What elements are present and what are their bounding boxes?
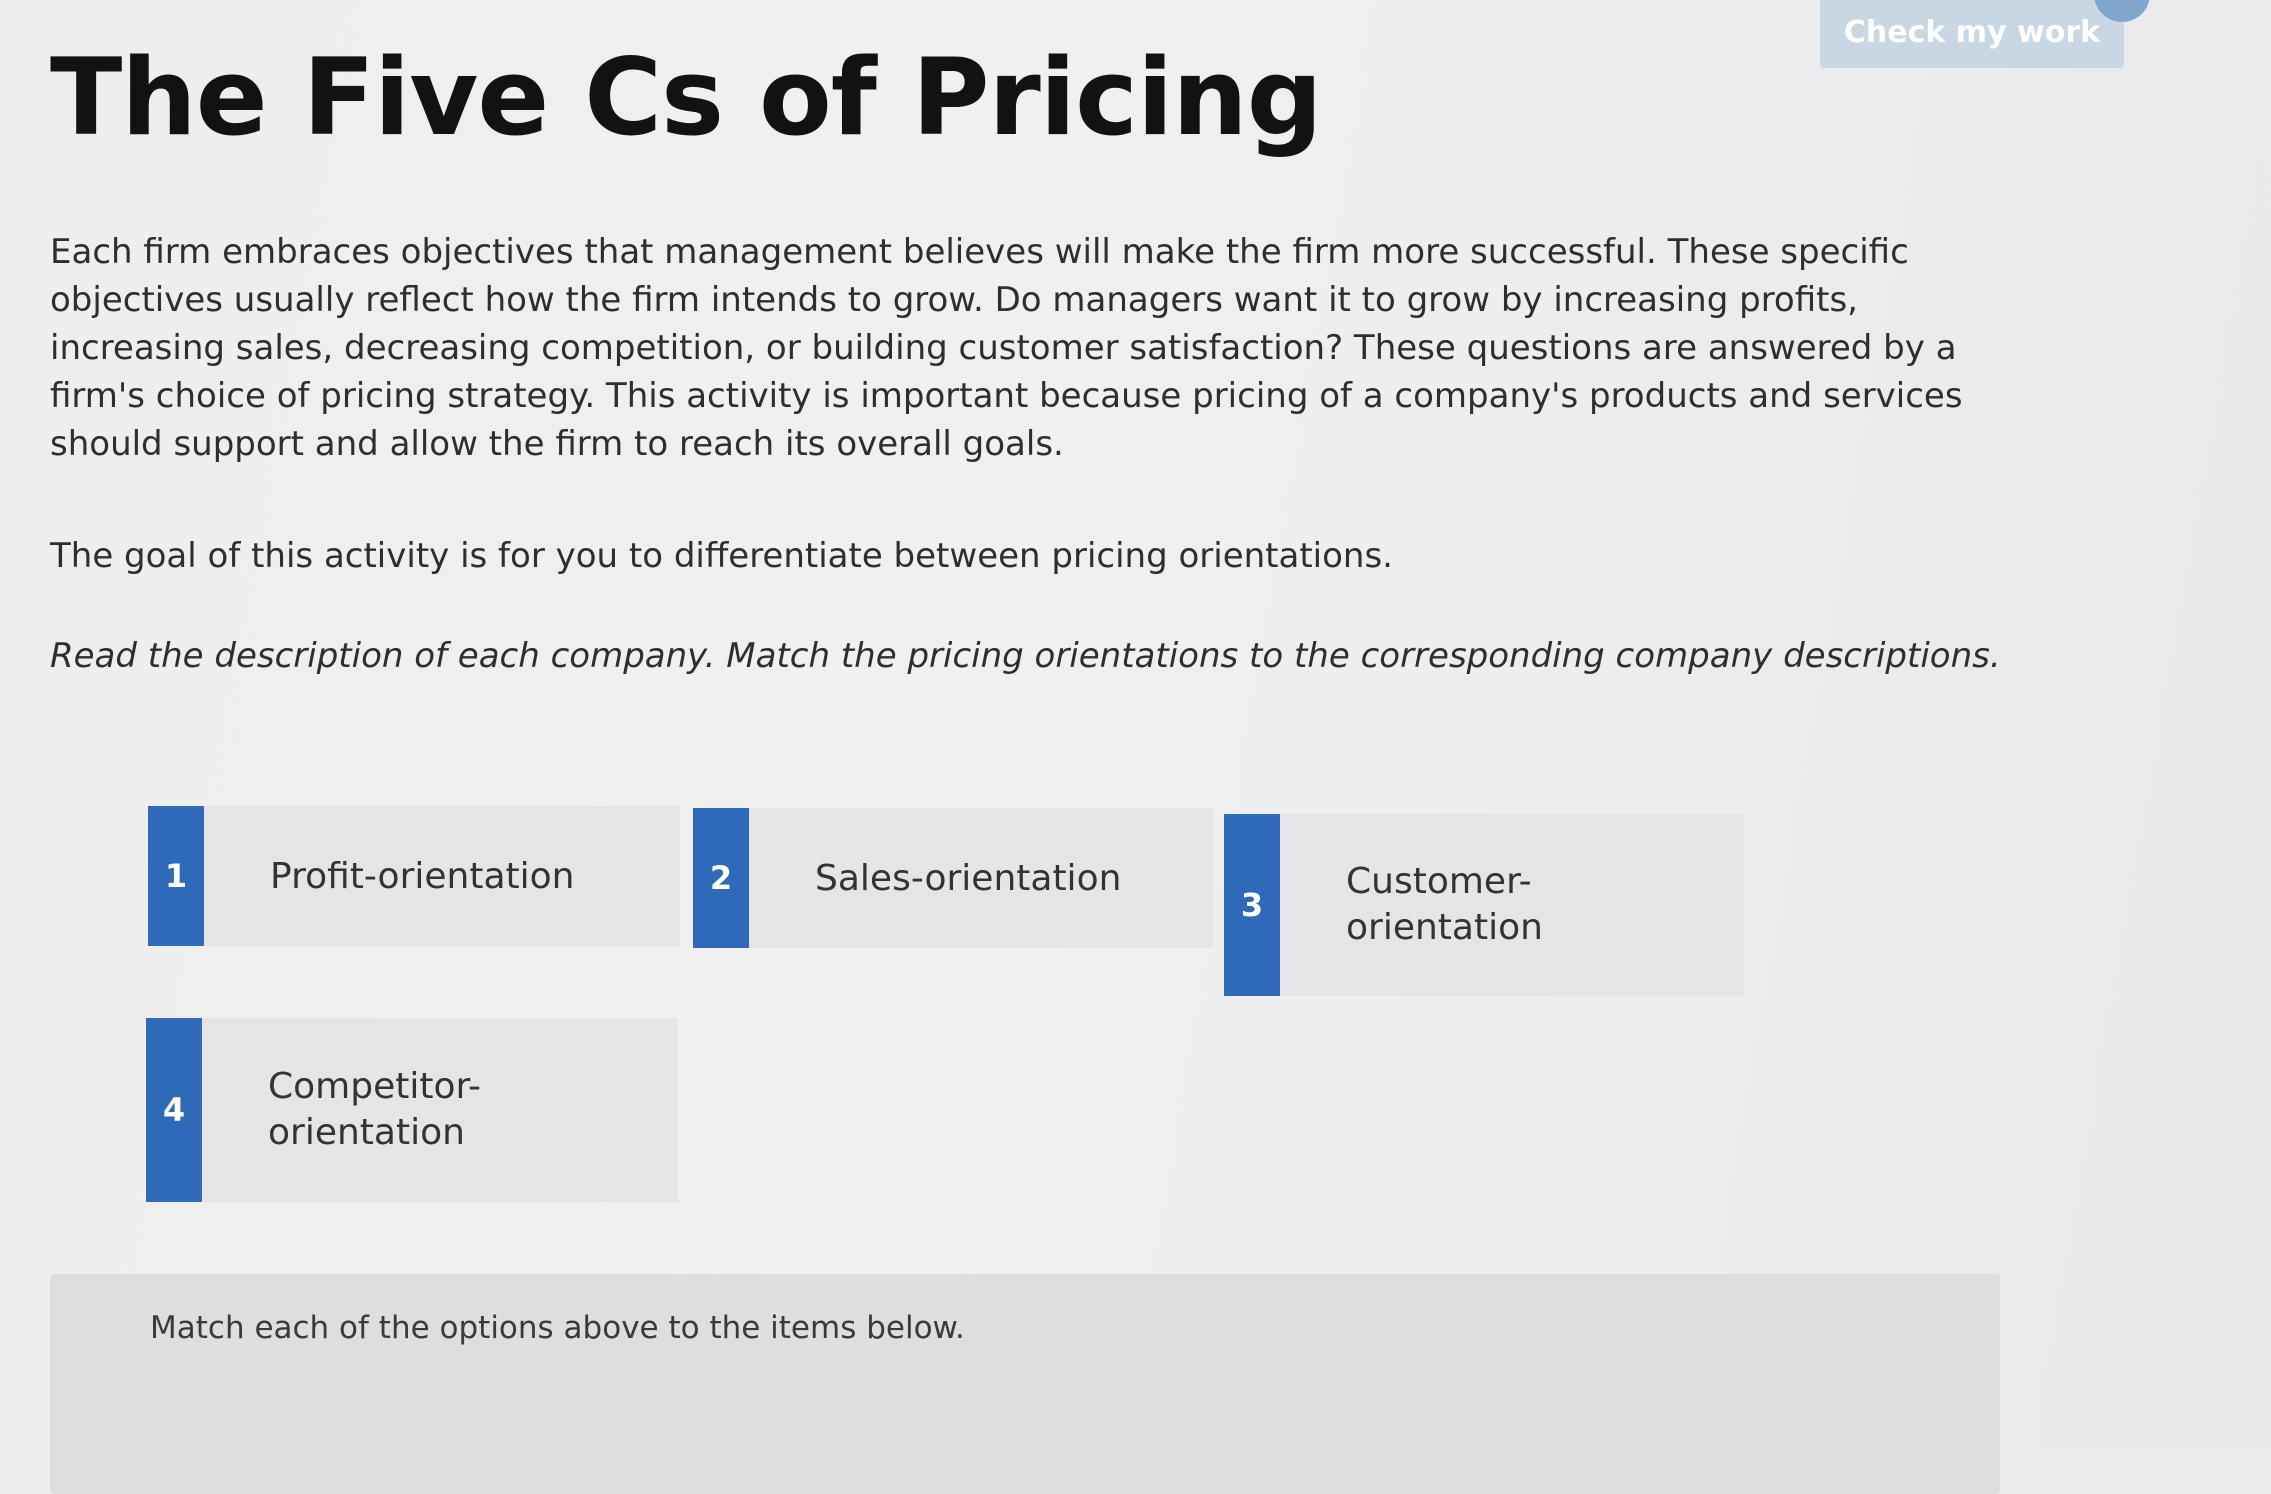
option-label: Profit-orientation: [270, 856, 575, 897]
option-number-badge: 1: [148, 806, 204, 946]
option-label: Customer-orientation: [1346, 861, 1543, 948]
option-competitor-orientation[interactable]: 4 Competitor-orientation: [146, 1018, 678, 1202]
option-sales-orientation[interactable]: 2 Sales-orientation: [693, 808, 1213, 948]
option-number-badge: 2: [693, 808, 749, 948]
option-customer-orientation[interactable]: 3 Customer-orientation: [1224, 814, 1744, 996]
option-number-badge: 3: [1224, 814, 1280, 996]
option-label: Competitor-orientation: [268, 1066, 481, 1153]
option-profit-orientation[interactable]: 1 Profit-orientation: [148, 806, 680, 946]
instructions-paragraph: Read the description of each company. Ma…: [50, 636, 2001, 676]
match-drop-area: Match each of the options above to the i…: [50, 1274, 2000, 1494]
intro-paragraph: Each firm embraces objectives that manag…: [50, 232, 1963, 464]
check-my-work-button[interactable]: Check my work: [1820, 0, 2124, 68]
match-instructions: Match each of the options above to the i…: [150, 1310, 965, 1346]
option-number-badge: 4: [146, 1018, 202, 1202]
option-label: Sales-orientation: [815, 858, 1122, 899]
goal-paragraph: The goal of this activity is for you to …: [50, 536, 1393, 576]
page-title: The Five Cs of Pricing: [50, 36, 1323, 159]
